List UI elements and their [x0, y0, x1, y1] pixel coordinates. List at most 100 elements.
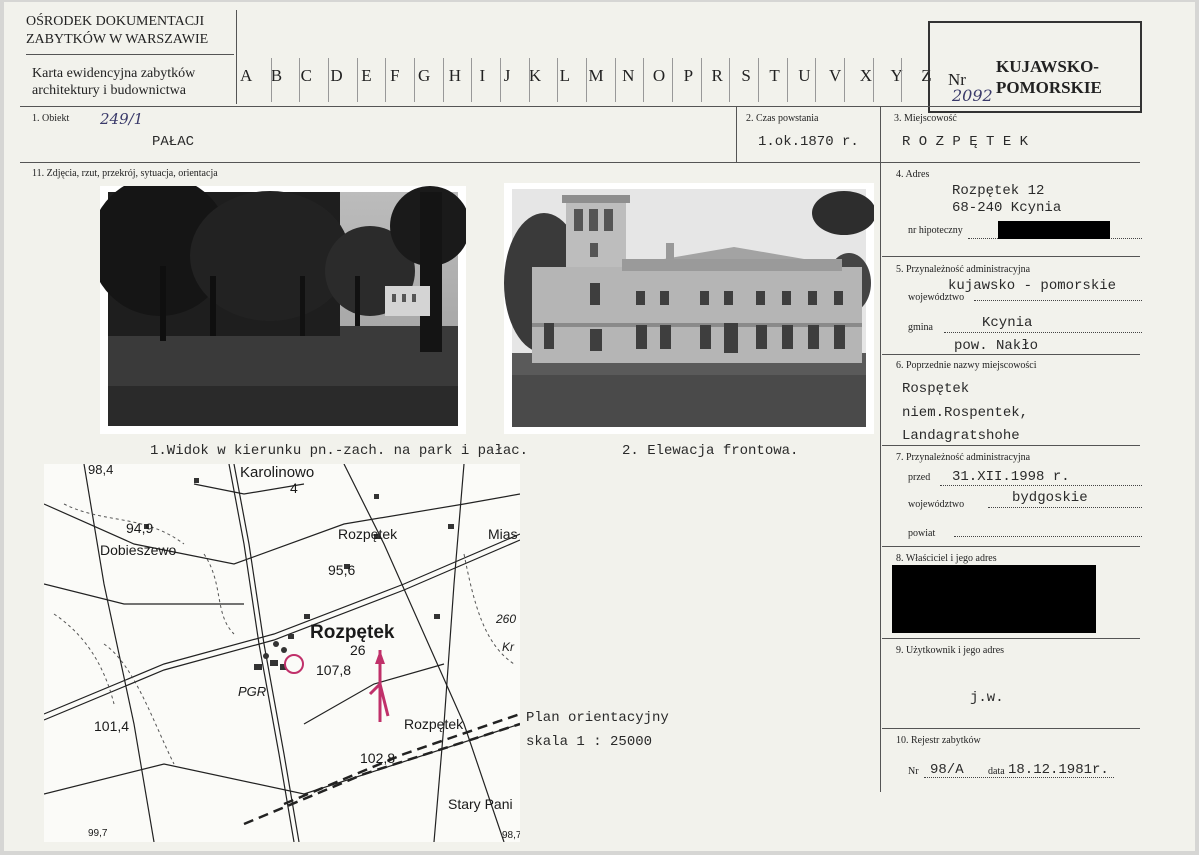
alphabet-separator	[901, 58, 903, 102]
alphabet-separator	[729, 58, 731, 102]
map-label-pgr: PGR	[238, 684, 267, 699]
map-label-rozpetek-south: Rozpętek	[404, 716, 464, 732]
letter-j: J	[503, 66, 511, 85]
admin-label: 5. Przynależność administracyjna	[896, 264, 1031, 275]
wlasciciel-label: 8. Właściciel i jego adres	[896, 553, 997, 564]
letter-u: U	[798, 66, 811, 85]
alphabet-separator	[385, 58, 387, 102]
woj-prev-value: bydgoskie	[1012, 490, 1088, 506]
map-label-4: 4	[290, 480, 298, 496]
map-label-stary-pani: Stary Pani	[448, 796, 513, 812]
miejscowosc-value: R O Z P Ę T E K	[902, 134, 1029, 150]
hipoteczny-label: nr hipoteczny	[908, 225, 963, 236]
map-label-94-9: 94,9	[126, 520, 154, 536]
alphabet-separator	[442, 58, 444, 102]
czas-value: 1.ok.1870 r.	[758, 134, 859, 150]
letter-f: F	[390, 66, 400, 85]
region-line1: KUJAWSKO-	[996, 57, 1099, 76]
obiekt-number: 249/1	[100, 110, 144, 128]
zdjecia-label: 11. Zdjęcia, rzut, przekrój, sytuacja, o…	[32, 168, 218, 179]
alphabet-separator	[758, 58, 759, 102]
przed-value: 31.XII.1998 r.	[952, 469, 1070, 485]
institution-line1: OŚRODEK DOKUMENTACJI	[26, 14, 205, 29]
miejscowosc-label: 3. Miejscowość	[894, 113, 957, 124]
alphabet-separator	[672, 58, 673, 102]
poprzednie-line2: niem.Rospentek,	[902, 405, 1029, 421]
alphabet-separator	[872, 58, 874, 102]
letter-x: X	[859, 66, 873, 85]
alphabet-separator	[815, 58, 817, 102]
letter-p: P	[683, 66, 694, 85]
card-title-line2: architektury i budownictwa	[32, 83, 186, 98]
alphabet-separator	[414, 58, 415, 102]
region-stamp: KUJAWSKO- POMORSKIE	[928, 21, 1142, 113]
letter-c: C	[300, 66, 312, 85]
redacted-hipoteczny	[998, 221, 1110, 239]
letter-i: I	[479, 66, 486, 85]
map-label-102-8: 102,8	[360, 750, 396, 766]
letter-k: K	[528, 66, 542, 85]
map-label-98-7: 98,7	[502, 830, 520, 841]
rejestr-data-label: data	[988, 766, 1005, 777]
czas-label: 2. Czas powstania	[746, 113, 819, 124]
letter-o: O	[652, 66, 666, 85]
alphabet-separator	[528, 58, 530, 102]
letter-e: E	[361, 66, 372, 85]
map-label-rozpetek-north: Rozpętek	[338, 526, 398, 542]
alphabet-separator	[557, 58, 559, 102]
letter-n: N	[622, 66, 635, 85]
obiekt-value: PAŁAC	[152, 134, 195, 150]
map-label-mias: Mias	[488, 526, 518, 542]
photo-facade	[504, 183, 874, 434]
plan-label: Plan orientacyjny	[526, 710, 669, 726]
map-label-107-8: 107,8	[316, 662, 352, 678]
woj-prev-label: województwo	[908, 499, 965, 510]
letter-v: V	[828, 66, 842, 85]
institution-line2: ZABYTKÓW W WARSZAWIE	[26, 32, 209, 47]
letter-s: S	[741, 66, 751, 85]
poprzednie-line3: Landagratshohe	[902, 428, 1020, 444]
map-label-rozpetek-main: Rozpętek	[310, 622, 395, 643]
alphabet-separator	[643, 58, 645, 102]
gmina-value: Kcynia	[982, 315, 1033, 331]
adres-label: 4. Adres	[896, 169, 930, 180]
alphabet-separator	[614, 58, 616, 102]
letter-r: R	[711, 66, 723, 85]
map-label-95-6: 95,6	[328, 562, 356, 578]
card-title-line1: Karta ewidencyjna zabytków	[32, 66, 196, 81]
uzytkownik-label: 9. Użytkownik i jego adres	[896, 645, 1005, 656]
map-label-260: 260	[496, 612, 517, 626]
photo-caption-2: 2. Elewacja frontowa.	[622, 443, 799, 459]
powiat-label: powiat	[908, 528, 936, 539]
rejestr-data-value: 18.12.1981r.	[1008, 762, 1109, 778]
alphabet-separator	[844, 58, 845, 102]
map-label-26: 26	[350, 642, 366, 658]
rejestr-nr-label: Nr	[908, 766, 919, 777]
alphabet-separator	[700, 58, 702, 102]
letter-g: G	[418, 66, 431, 85]
alphabet-separator	[328, 58, 329, 102]
map-label-dobieszewo: Dobieszewo	[100, 542, 177, 558]
photo-park	[100, 186, 466, 434]
rejestr-nr-value: 98/A	[930, 762, 964, 778]
admin-prev-label: 7. Przynależność administracyjna	[896, 452, 1031, 463]
uzytkownik-value: j.w.	[970, 690, 1004, 706]
letter-m: M	[588, 66, 604, 85]
map-label-karolinowo: Karolinowo	[240, 464, 315, 481]
admin-woj-label: województwo	[908, 292, 965, 303]
letter-l: L	[559, 66, 570, 85]
letter-b: B	[270, 66, 283, 85]
scale-label: skala 1 : 25000	[526, 734, 653, 750]
powiat-value: pow. Nakło	[954, 338, 1039, 354]
alphabet-separator	[270, 58, 272, 102]
poprzednie-label: 6. Poprzednie nazwy miejscowości	[896, 360, 1037, 371]
letter-a: A	[240, 66, 253, 85]
alphabet-separator	[356, 58, 358, 102]
alphabet-separator	[586, 58, 587, 102]
letter-t: T	[769, 66, 780, 85]
rejestr-label: 10. Rejestr zabytków	[896, 735, 981, 746]
admin-woj-value: kujawsko - pomorskie	[948, 278, 1117, 294]
redacted-owner	[892, 565, 1096, 633]
letter-d: D	[330, 66, 343, 85]
gmina-label: gmina	[908, 322, 933, 333]
